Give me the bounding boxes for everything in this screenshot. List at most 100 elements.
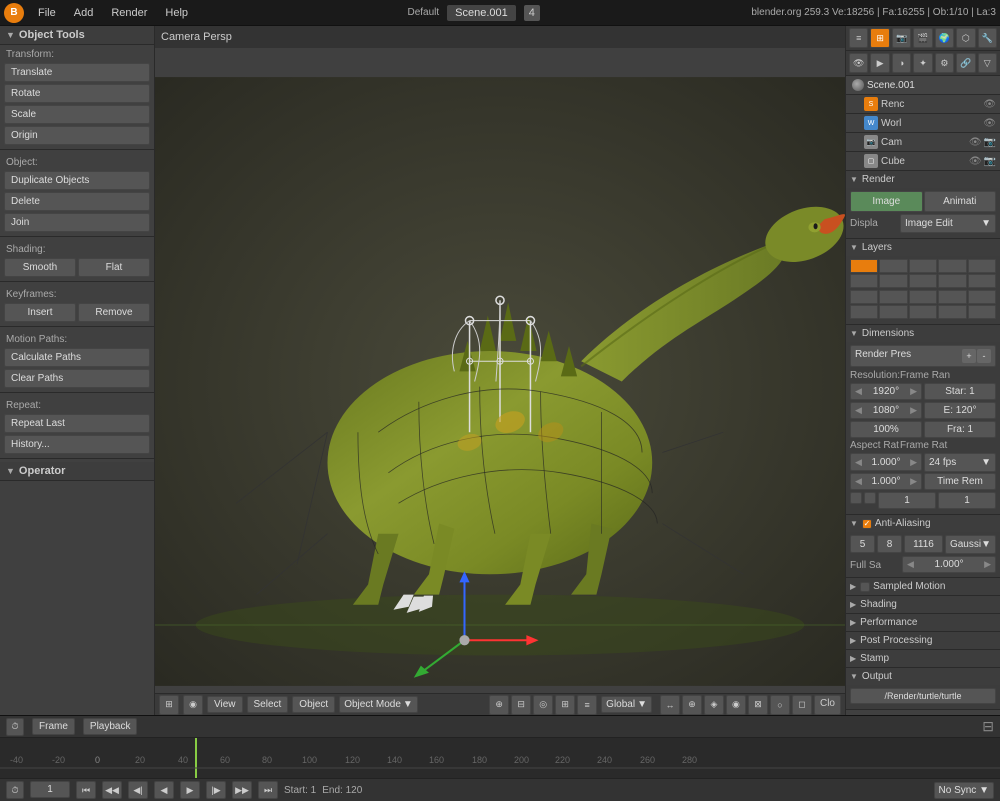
snap-icon[interactable]: ⊟ xyxy=(511,695,531,715)
preset-add-btn[interactable]: + xyxy=(962,349,976,363)
layer-5[interactable] xyxy=(968,259,996,273)
world-props-icon[interactable]: 🌍 xyxy=(935,28,954,48)
aa-val3-field[interactable]: 1116 xyxy=(904,535,943,553)
menu-file[interactable]: File xyxy=(30,5,64,21)
object-props-icon[interactable]: ⬡ xyxy=(956,28,975,48)
duplicate-objects-button[interactable]: Duplicate Objects xyxy=(4,171,150,190)
physics-icon[interactable]: ⚙ xyxy=(935,53,954,73)
end-field[interactable]: E: 120° xyxy=(924,402,996,419)
play-reverse-btn[interactable]: ◀ xyxy=(154,781,174,799)
object-menu-button[interactable]: Object xyxy=(292,696,335,713)
post-processing-header[interactable]: ▶ Post Processing xyxy=(846,632,1000,649)
res-y-field[interactable]: ◀ 1080° ▶ xyxy=(850,402,922,419)
translate-button[interactable]: Translate xyxy=(4,63,150,82)
asp-y-arrow[interactable]: ◀ xyxy=(855,476,862,487)
select-button[interactable]: Select xyxy=(247,696,289,713)
mirror-icon[interactable]: ≡ xyxy=(577,695,597,715)
particles-icon[interactable]: ✦ xyxy=(913,53,932,73)
layer-1[interactable] xyxy=(850,259,878,273)
prev-frame-btn[interactable]: ◀◀ xyxy=(102,781,122,799)
menu-render[interactable]: Render xyxy=(103,5,155,21)
layer-18[interactable] xyxy=(909,305,937,319)
output-path-field[interactable]: /Render/turtle/turtle xyxy=(850,688,996,704)
image-render-button[interactable]: Image xyxy=(850,191,923,212)
join-button[interactable]: Join xyxy=(4,213,150,232)
shading-section-header[interactable]: ▶ Shading xyxy=(846,596,1000,613)
layer-14[interactable] xyxy=(938,290,966,304)
tool-icon-4[interactable]: ◉ xyxy=(726,695,746,715)
full-sample-field[interactable]: ◀ 1.000° ▶ xyxy=(902,556,996,573)
timeline-icon-btn[interactable]: ⏱ xyxy=(6,781,24,799)
res-y-right-arrow[interactable]: ▶ xyxy=(910,405,917,416)
sync-dropdown[interactable]: No Sync ▼ xyxy=(934,782,994,799)
pivot-icon[interactable]: ⊞ xyxy=(555,695,575,715)
insert-keyframe-button[interactable]: Insert xyxy=(4,303,76,322)
layer-10[interactable] xyxy=(968,274,996,288)
checkmark-1[interactable] xyxy=(850,492,862,504)
aa-val2-field[interactable]: 8 xyxy=(877,535,902,553)
performance-header[interactable]: ▶ Performance xyxy=(846,614,1000,631)
stamp-header[interactable]: ▶ Stamp xyxy=(846,650,1000,667)
animation-render-button[interactable]: Animati xyxy=(924,191,997,212)
render-preset-dropdown[interactable]: Render Pres + - xyxy=(850,345,996,367)
layer-17[interactable] xyxy=(879,305,907,319)
fra-field[interactable]: Fra: 1 xyxy=(924,421,996,438)
viewport[interactable]: Camera Persp xyxy=(155,26,845,715)
origin-button[interactable]: Origin xyxy=(4,126,150,145)
history-button[interactable]: History... xyxy=(4,435,150,454)
aa-header[interactable]: ▼ Anti-Aliasing xyxy=(846,515,1000,532)
worl-visibility-icon[interactable]: 👁 xyxy=(983,118,996,129)
rotate-button[interactable]: Rotate xyxy=(4,84,150,103)
star-field[interactable]: Star: 1 xyxy=(924,383,996,400)
asp-y-field[interactable]: ◀ 1.000° ▶ xyxy=(850,473,922,490)
tool-icon-2[interactable]: ⊕ xyxy=(682,695,702,715)
tool-icon-1[interactable]: ↔ xyxy=(660,695,680,715)
layer-11[interactable] xyxy=(850,290,878,304)
layer-4[interactable] xyxy=(938,259,966,273)
asp-x-right-arrow[interactable]: ▶ xyxy=(910,457,917,468)
tool-icon-5[interactable]: ⊠ xyxy=(748,695,768,715)
next-keyframe-btn[interactable]: |▶ xyxy=(206,781,226,799)
cam-camera-icon[interactable]: 📷 xyxy=(984,137,996,148)
menu-add[interactable]: Add xyxy=(66,5,102,21)
play-btn[interactable]: ▶ xyxy=(180,781,200,799)
num-field-2[interactable]: 1 xyxy=(938,492,996,509)
cube-render-icon[interactable]: 📷 xyxy=(984,156,996,167)
res-x-right-arrow[interactable]: ▶ xyxy=(910,386,917,397)
layer-2[interactable] xyxy=(879,259,907,273)
layer-3[interactable] xyxy=(909,259,937,273)
view-icon[interactable]: 👁 xyxy=(849,53,868,73)
viewport-canvas[interactable] xyxy=(155,48,845,715)
res-x-left-arrow[interactable]: ◀ xyxy=(855,386,862,397)
layer-15[interactable] xyxy=(968,290,996,304)
renc-visibility-icon[interactable]: 👁 xyxy=(983,99,996,110)
constraints-icon[interactable]: 🔗 xyxy=(956,53,975,73)
preset-remove-btn[interactable]: - xyxy=(977,349,991,363)
render-icon-2[interactable]: ▶ xyxy=(870,53,889,73)
timeline-body[interactable]: -40 -20 0 20 40 60 80 100 120 140 160 18… xyxy=(0,738,1000,778)
layer-12[interactable] xyxy=(879,290,907,304)
clear-paths-button[interactable]: Clear Paths xyxy=(4,369,150,388)
res-x-field[interactable]: ◀ 1920° ▶ xyxy=(850,383,922,400)
res-pct-field[interactable]: 100% xyxy=(850,421,922,438)
modifier-icon[interactable]: 🔧 xyxy=(978,28,997,48)
global-dropdown[interactable]: Global ▼ xyxy=(601,696,652,713)
mode-dropdown[interactable]: Object Mode ▼ xyxy=(339,696,418,713)
view-button[interactable]: View xyxy=(207,696,243,713)
aa-checkbox[interactable] xyxy=(862,519,872,529)
flat-button[interactable]: Flat xyxy=(78,258,150,277)
scene-props-icon[interactable]: 🎬 xyxy=(913,28,932,48)
proportional-icon[interactable]: ◎ xyxy=(533,695,553,715)
res-y-left-arrow[interactable]: ◀ xyxy=(855,405,862,416)
properties-icon[interactable]: ⊞ xyxy=(870,28,889,48)
num-field-1[interactable]: 1 xyxy=(878,492,936,509)
layer-16[interactable] xyxy=(850,305,878,319)
close-viewport-btn[interactable]: Clo xyxy=(814,695,841,715)
sampled-motion-header[interactable]: ▶ Sampled Motion xyxy=(846,578,1000,595)
viewport-icon-2[interactable]: ◉ xyxy=(183,695,203,715)
viewport-icon-1[interactable]: ⊞ xyxy=(159,695,179,715)
cube-visibility-icon[interactable]: 👁 xyxy=(969,156,982,167)
render-header[interactable]: ▼ Render xyxy=(846,171,1000,188)
prev-keyframe-btn[interactable]: ◀| xyxy=(128,781,148,799)
play-start-btn[interactable]: ⏮ xyxy=(76,781,96,799)
